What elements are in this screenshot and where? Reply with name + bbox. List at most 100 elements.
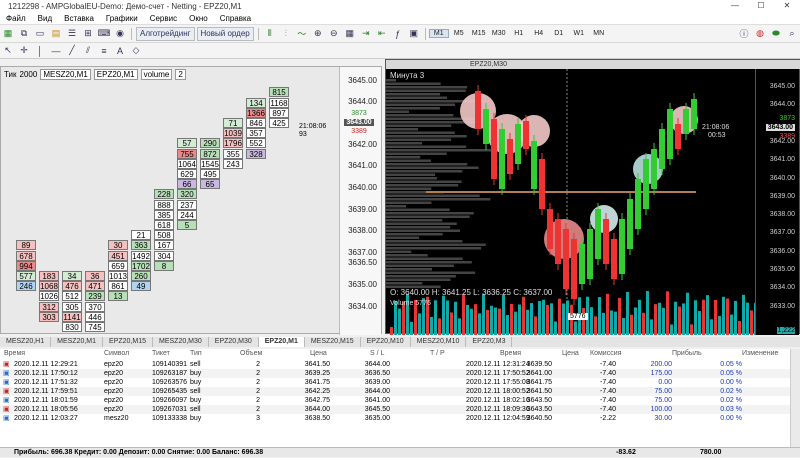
tick-footprint-panel[interactable]: Тик 2000 MESZ20,M1 EPZ20,M1 volume 2 89 6… — [0, 66, 382, 335]
col-close-time[interactable]: Время — [500, 349, 521, 359]
search-icon[interactable]: ⌕ — [785, 27, 799, 41]
tab-mesz20-h1[interactable]: MESZ20,H1 — [0, 337, 52, 347]
new-order-button[interactable]: Новый ордер — [196, 26, 254, 41]
price-chart-panel[interactable]: EPZ20,M30 Минута 3 3645.003644.003643.00… — [385, 59, 800, 335]
channel-icon[interactable]: ⫽ — [81, 44, 95, 58]
tab-epz20-m1[interactable]: EPZ20,M1 — [258, 337, 305, 347]
autoscroll-icon[interactable]: ⇥ — [359, 27, 373, 41]
volume-profile-bar — [386, 233, 443, 236]
table-row[interactable]: ▣ 2020.12.11 18:01:59 epz20 109266097 buy 2 36… — [0, 396, 790, 405]
footprint-cell: 872 — [200, 148, 220, 159]
market-watch-icon[interactable]: ▤ — [49, 27, 63, 41]
table-cell: epz20 — [104, 406, 124, 413]
trend-line-icon[interactable]: ╱ — [65, 44, 79, 58]
minimize-button[interactable]: — — [722, 0, 748, 12]
timeframe-m1[interactable]: M1 — [428, 29, 449, 38]
timeframe-m5[interactable]: M5 — [449, 30, 469, 37]
table-row[interactable]: ▣ 2020.12.11 18:05:56 epz20 109267031 sell 2 3… — [0, 405, 790, 414]
col-close-price[interactable]: Цена — [562, 349, 579, 359]
bar-chart-icon[interactable]: ⫴ — [263, 27, 277, 41]
account-icon[interactable]: ◍ — [753, 27, 767, 41]
menu-tools[interactable]: Сервис — [144, 12, 183, 25]
timeframe-m30[interactable]: M30 — [489, 30, 509, 37]
data-window-icon[interactable]: ⊞ — [81, 27, 95, 41]
cursor-icon[interactable]: ↖ — [1, 44, 15, 58]
col-ticket[interactable]: Тикет — [152, 349, 170, 359]
candle-body — [595, 209, 601, 259]
table-row[interactable]: ▣ 2020.12.11 12:29:21 epz20 109140391 sell 2 3… — [0, 360, 790, 369]
shapes-icon[interactable]: ◇ — [129, 44, 143, 58]
col-change[interactable]: Изменение — [742, 349, 778, 359]
tab-epz20-m30[interactable]: EPZ20,M30 — [209, 337, 259, 347]
menu-window[interactable]: Окно — [183, 12, 214, 25]
col-profit[interactable]: Прибыль — [672, 349, 702, 359]
vertical-line-icon[interactable]: │ — [33, 44, 47, 58]
symbol-select[interactable]: MESZ20,M1 — [40, 68, 91, 80]
col-sl[interactable]: S / L — [370, 349, 384, 359]
table-row[interactable]: ▣ 2020.12.11 17:50:12 epz20 109263187 buy 2 36… — [0, 369, 790, 378]
volume-bar — [718, 315, 721, 335]
horizontal-line-icon[interactable]: — — [49, 44, 63, 58]
tab-mesz20-m30[interactable]: MESZ20,M30 — [153, 337, 209, 347]
tab-mesz20-m1[interactable]: MESZ20,M1 — [51, 337, 104, 347]
crosshair-icon[interactable]: ✛ — [17, 44, 31, 58]
table-row[interactable]: ▣ 2020.12.11 17:51:32 epz20 109263576 buy 2 36… — [0, 378, 790, 387]
col-volume[interactable]: Объем — [240, 349, 262, 359]
tab-epz20-m15[interactable]: EPZ20,M15 — [103, 337, 153, 347]
fibo-icon[interactable]: ≡ — [97, 44, 111, 58]
mode-select[interactable]: volume — [140, 68, 173, 80]
volume-profile-bar — [386, 110, 410, 113]
menu-view[interactable]: Вид — [32, 12, 58, 25]
text-icon[interactable]: A — [113, 44, 127, 58]
timeframe-d1[interactable]: D1 — [549, 30, 569, 37]
col-commission[interactable]: Комиссия — [590, 349, 621, 359]
window-icon[interactable]: ▭ — [33, 27, 47, 41]
close-button[interactable]: ✕ — [774, 0, 800, 12]
menu-file[interactable]: Файл — [0, 12, 32, 25]
maximize-button[interactable]: ☐ — [748, 0, 774, 12]
col-tp[interactable]: T / P — [430, 349, 445, 359]
menu-help[interactable]: Справка — [214, 12, 257, 25]
col-price[interactable]: Цена — [310, 349, 327, 359]
table-scrollbar[interactable] — [790, 349, 800, 447]
templates-icon[interactable]: ▣ — [407, 27, 421, 41]
tile-icon[interactable]: ▦ — [343, 27, 357, 41]
indicators-icon[interactable]: ƒ — [391, 27, 405, 41]
timeframe-h4[interactable]: H4 — [529, 30, 549, 37]
profiles-icon[interactable]: ⧉ — [17, 27, 31, 41]
line-chart-icon[interactable]: 〜 — [295, 27, 309, 41]
signal-icon[interactable]: ◉ — [113, 27, 127, 41]
col-time[interactable]: Время — [4, 349, 25, 359]
symbol2-select[interactable]: EPZ20,M1 — [93, 68, 138, 80]
tab-mesz20-m10[interactable]: MESZ20,M10 — [411, 337, 467, 347]
info-icon[interactable]: ⓘ — [737, 27, 751, 41]
algo-trading-button[interactable]: Алготрейдинг — [136, 26, 195, 41]
timeframe-h1[interactable]: H1 — [509, 30, 529, 37]
candles-icon[interactable]: ⫶ — [279, 27, 293, 41]
timeframe-m15[interactable]: M15 — [469, 30, 489, 37]
tab-epz20-m3[interactable]: EPZ20,M3 — [466, 337, 513, 347]
toggle-icon[interactable]: ⬬ — [769, 27, 783, 41]
menu-charts[interactable]: Графики — [100, 12, 144, 25]
tab-epz20-m10[interactable]: EPZ20,M10 — [361, 337, 411, 347]
tab-mesz20-m15[interactable]: MESZ20,M15 — [305, 337, 361, 347]
timeframe-w1[interactable]: W1 — [569, 30, 589, 37]
menu-bar: Файл Вид Вставка Графики Сервис Окно Спр… — [0, 12, 800, 25]
num-select[interactable]: 2 — [175, 68, 186, 80]
navigator-icon[interactable]: ☰ — [65, 27, 79, 41]
new-chart-icon[interactable]: ▦ — [1, 27, 15, 41]
col-symbol[interactable]: Символ — [104, 349, 129, 359]
timeframe-mn[interactable]: MN — [589, 30, 609, 37]
zoom-out-icon[interactable]: ⊖ — [327, 27, 341, 41]
zoom-in-icon[interactable]: ⊕ — [311, 27, 325, 41]
table-row[interactable]: ▣ 2020.12.11 12:03:27 mesz20 109133338 buy 3 3… — [0, 414, 790, 423]
table-cell: sell — [190, 406, 201, 413]
footprint-cell: 304 — [154, 250, 174, 261]
col-type[interactable]: Тип — [190, 349, 202, 359]
volume-profile-bar — [386, 96, 448, 99]
table-row[interactable]: ▣ 2020.12.11 17:59:51 epz20 109265435 sell 2 3… — [0, 387, 790, 396]
terminal-icon[interactable]: ⌨ — [97, 27, 111, 41]
volume-profile-bar — [386, 103, 455, 106]
chart-shift-icon[interactable]: ⇤ — [375, 27, 389, 41]
menu-insert[interactable]: Вставка — [58, 12, 100, 25]
